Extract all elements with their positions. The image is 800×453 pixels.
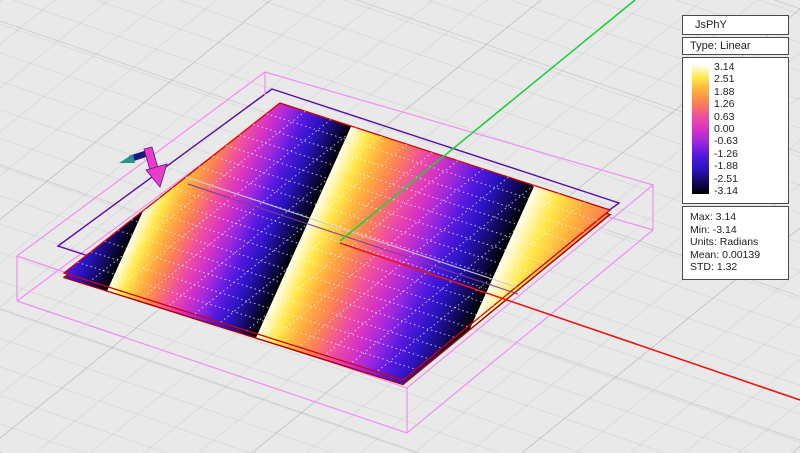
legend-type: Type: Linear (682, 37, 789, 55)
colorbar-tick-labels: 3.14 2.51 1.88 1.26 0.63 0.00 -0.63 -1.26 -1.88-… (714, 62, 738, 197)
colorbar-tick-label: 1.88 (714, 85, 735, 98)
colorbar-tick-label: -1.88 (714, 160, 738, 173)
colorbar-gradient (692, 65, 709, 194)
color-legend[interactable]: JsPhY Type: Linear 3.14 2.51 1.88 1.26 0.63 0… (682, 15, 789, 282)
3d-viewport[interactable]: JsPhY Type: Linear 3.14 2.51 1.88 1.26 0.63 0… (0, 0, 800, 453)
legend-stat-line: Units: Radians (690, 236, 759, 248)
colorbar-tick-label: -0.63 (714, 135, 738, 148)
colorbar-tick-label: 0.63 (714, 110, 735, 123)
legend-stat-line: Mean: 0.00139 (690, 248, 761, 261)
colorbar-tick-label: 0.00 (714, 122, 735, 135)
colorbar-tick-label: 3.14 (714, 61, 735, 73)
legend-title: JsPhY (682, 15, 789, 35)
colorbar-tick-label: 1.26 (714, 98, 735, 111)
legend-stat-line: Max: 3.14 (690, 211, 737, 223)
legend-stat-line: STD: 1.32 (690, 261, 738, 273)
legend-colorbar: 3.14 2.51 1.88 1.26 0.63 0.00 -0.63 -1.26 -1.88-… (682, 57, 789, 204)
legend-stat-line: Min: -3.14 (690, 223, 737, 236)
legend-stats: Max: 3.14 Min: -3.14 Units: Radians Mean: 0… (682, 206, 789, 280)
colorbar-tick-label: -2.51 (714, 172, 738, 185)
colorbar-tick-label: -3.14 (714, 184, 738, 197)
scene-svg (15, 0, 800, 434)
colorbar-tick-label: -1.26 (714, 147, 738, 160)
phase-plate[interactable] (62, 102, 612, 386)
excitation-arrows[interactable] (119, 146, 168, 188)
colorbar-tick-label: 2.51 (714, 73, 735, 86)
